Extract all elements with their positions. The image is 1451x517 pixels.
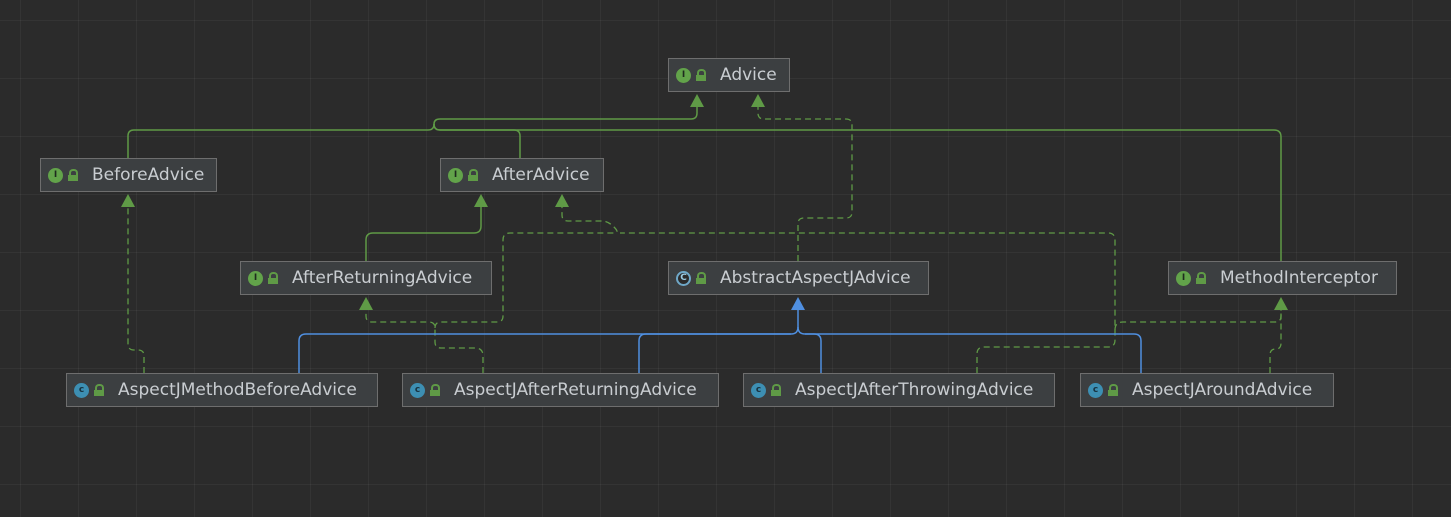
- edge-beforeadvice-to-advice: [127, 106, 698, 158]
- class-icon: c: [410, 382, 425, 398]
- edge-afteradvice-to-advice: [433, 123, 521, 158]
- arrowhead-advice-interfaces: [690, 94, 704, 107]
- public-access-icon: [430, 384, 440, 396]
- arrowhead-abstractaspectjadvice: [791, 297, 805, 310]
- class-icon: c: [751, 382, 766, 398]
- public-access-icon: [1108, 384, 1118, 396]
- uml-diagram-canvas[interactable]: I Advice I BeforeAdvice I AfterAdvice I …: [0, 0, 1451, 517]
- interface-icon: I: [48, 167, 63, 183]
- node-aspectj-around-advice-label: AspectJAroundAdvice: [1132, 380, 1313, 400]
- arrowhead-advice-implements: [751, 94, 765, 107]
- node-abstract-aspectj-advice[interactable]: C AbstractAspectJAdvice: [668, 261, 929, 295]
- interface-inheritance-lines: [127, 106, 1282, 261]
- public-access-icon: [94, 384, 104, 396]
- node-aspectj-method-before-advice-label: AspectJMethodBeforeAdvice: [118, 380, 357, 400]
- interface-icon: I: [248, 270, 263, 286]
- implementation-lines: [127, 106, 1282, 373]
- edge-aspectjafterthrowingadvice-to-afteradvice: [620, 232, 1116, 373]
- node-method-interceptor[interactable]: I MethodInterceptor: [1168, 261, 1397, 295]
- node-advice-label: Advice: [720, 65, 777, 85]
- public-access-icon: [771, 384, 781, 396]
- class-extension-lines: [298, 309, 1142, 373]
- arrowhead-afterreturningadvice: [359, 297, 373, 310]
- node-aspectj-after-returning-advice[interactable]: c AspectJAfterReturningAdvice: [402, 373, 719, 407]
- edge-aspectjaroundadvice-to-methodinterceptor: [1269, 309, 1282, 373]
- node-aspectj-around-advice[interactable]: c AspectJAroundAdvice: [1080, 373, 1334, 407]
- public-access-icon: [1196, 272, 1206, 284]
- edge-aspectjafterthrowingadvice-to-methodinterceptor: [1114, 309, 1282, 331]
- node-advice[interactable]: I Advice: [668, 58, 790, 92]
- arrowhead-beforeadvice: [121, 194, 135, 207]
- node-aspectj-after-throwing-advice-label: AspectJAfterThrowingAdvice: [795, 380, 1034, 400]
- class-icon: c: [1088, 382, 1103, 398]
- edge-afterreturningadvice-to-afteradvice: [365, 206, 482, 261]
- edge-aspectjmethodbeforeadvice-to-abstractaspectjadvice: [298, 309, 799, 373]
- node-before-advice-label: BeforeAdvice: [92, 165, 205, 185]
- interface-icon: I: [448, 167, 463, 183]
- class-icon: c: [74, 382, 89, 398]
- node-after-advice[interactable]: I AfterAdvice: [440, 158, 604, 192]
- interface-icon: I: [676, 67, 691, 83]
- node-after-returning-advice[interactable]: I AfterReturningAdvice: [240, 261, 492, 295]
- arrowhead-methodinterceptor: [1274, 297, 1288, 310]
- public-access-icon: [68, 169, 78, 181]
- public-access-icon: [696, 272, 706, 284]
- edge-methodinterceptor-to-advice: [433, 123, 1282, 261]
- edge-aspectjaroundadvice-to-abstractaspectjadvice: [805, 333, 1142, 373]
- node-method-interceptor-label: MethodInterceptor: [1220, 268, 1378, 288]
- node-before-advice[interactable]: I BeforeAdvice: [40, 158, 217, 192]
- arrowhead-afteradvice-extends: [474, 194, 488, 207]
- node-after-returning-advice-label: AfterReturningAdvice: [292, 268, 473, 288]
- public-access-icon: [696, 69, 706, 81]
- edge-aspectjmethodbeforeadvice-to-beforeadvice: [127, 206, 145, 373]
- abstract-class-icon: C: [676, 270, 691, 286]
- node-aspectj-after-throwing-advice[interactable]: c AspectJAfterThrowingAdvice: [743, 373, 1055, 407]
- public-access-icon: [268, 272, 278, 284]
- arrowhead-afteradvice-implements: [555, 194, 569, 207]
- node-after-advice-label: AfterAdvice: [492, 165, 590, 185]
- interface-icon: I: [1176, 270, 1191, 286]
- edge-aspectjafterreturningadvice-to-abstractaspectjadvice: [638, 333, 791, 373]
- edge-aspectjafterreturningadvice-to-afterreturningadvice: [365, 309, 484, 373]
- node-aspectj-method-before-advice[interactable]: c AspectJMethodBeforeAdvice: [66, 373, 378, 407]
- public-access-icon: [468, 169, 478, 181]
- node-aspectj-after-returning-advice-label: AspectJAfterReturningAdvice: [454, 380, 697, 400]
- node-abstract-aspectj-advice-label: AbstractAspectJAdvice: [720, 268, 911, 288]
